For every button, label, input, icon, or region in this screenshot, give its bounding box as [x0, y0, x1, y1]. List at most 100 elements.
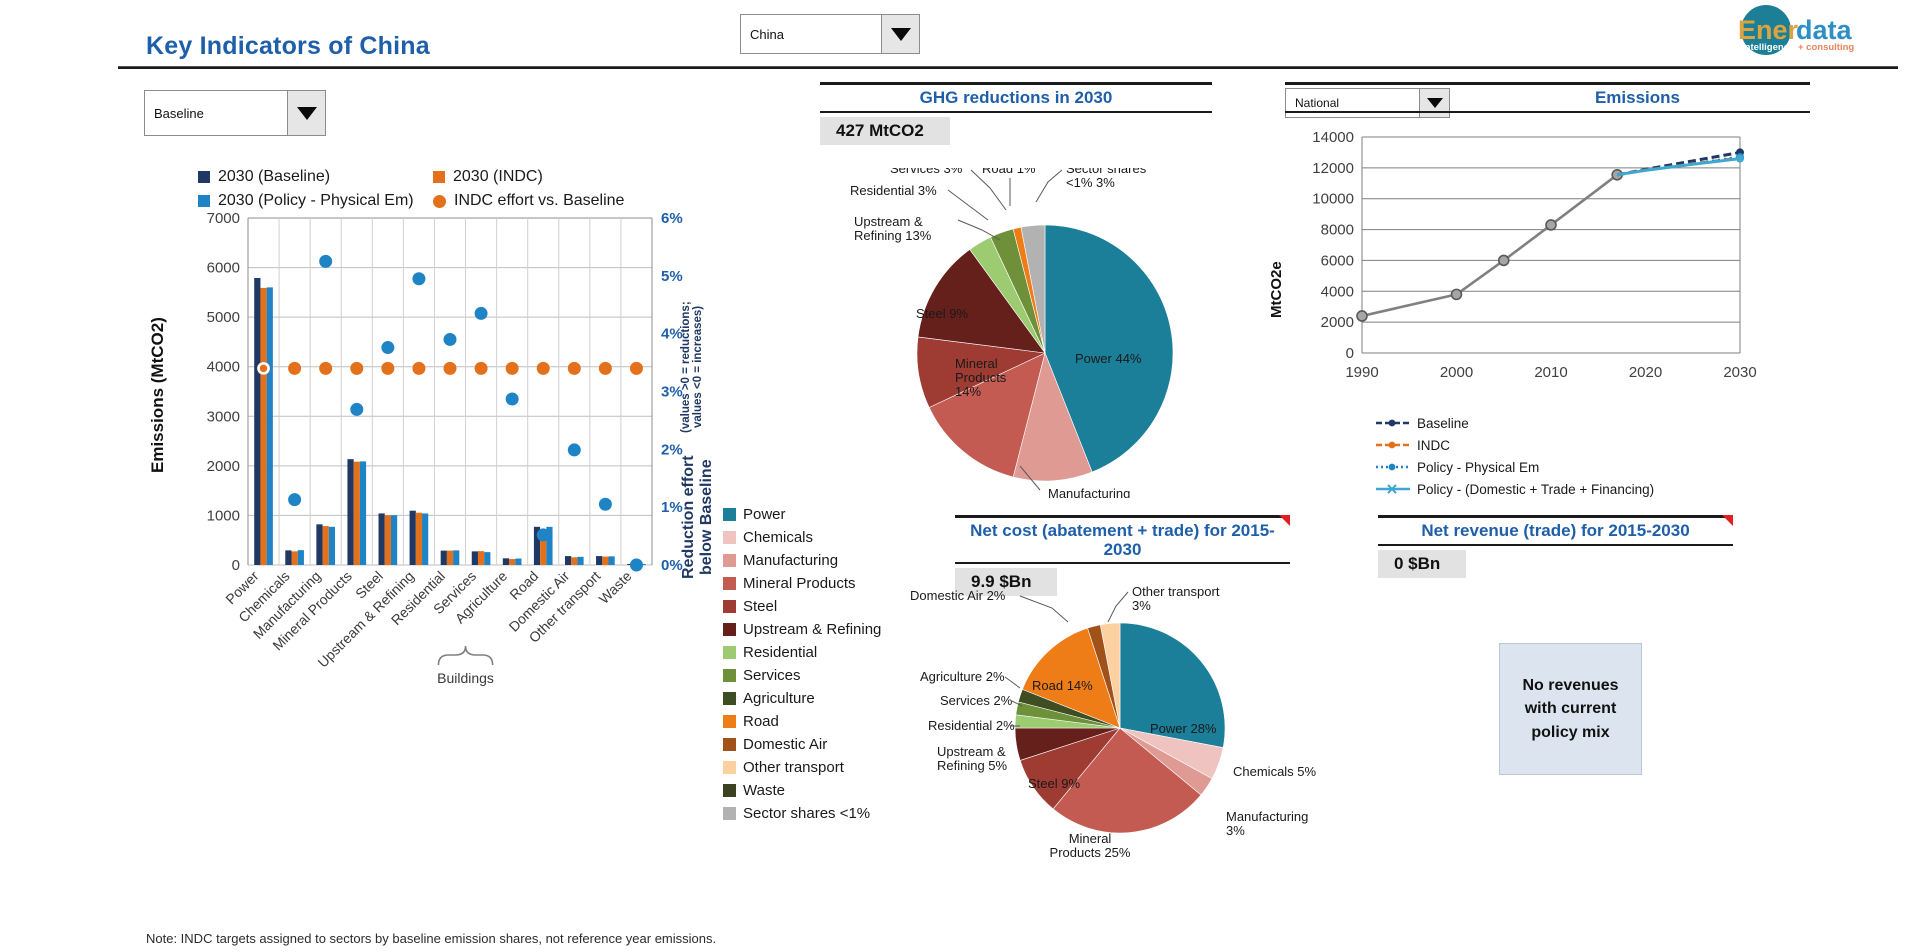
line-legend-sample-icon: [1376, 419, 1410, 427]
net-revenue-kpi-value: 0 $Bn: [1378, 549, 1467, 578]
legend-label: Services: [743, 667, 801, 684]
bar: [378, 513, 385, 565]
legend-item: Steel: [723, 595, 881, 618]
sector-emissions-bar-chart: 0 1000 2000 3000 4000 5000 6000 7000 0% 1% 2% 3% 4% 5…: [207, 210, 683, 686]
line-legend-sample-icon: [1376, 463, 1410, 471]
comment-marker-icon: [1279, 515, 1290, 526]
pie-slice-label: Sector shares <1% 3%: [1066, 168, 1147, 190]
scatter-marker-policy: [319, 254, 333, 268]
bar-y-tick: 5000: [207, 309, 240, 326]
legend-swatch-icon: [723, 531, 736, 544]
scatter-marker-indc: [536, 361, 550, 375]
legend-item-indc: 2030 (INDC): [433, 165, 668, 189]
bar: [422, 513, 429, 565]
callout-line-1: No revenues: [1522, 677, 1619, 695]
legend-item: Services: [723, 664, 881, 687]
legend-swatch-icon: [723, 715, 736, 728]
legend-label: Power: [743, 506, 786, 523]
line-y-tick: 14000: [1312, 129, 1354, 146]
scatter-marker-policy: [443, 332, 457, 346]
bar-y2-tick: 3%: [661, 384, 683, 401]
scatter-marker-policy: [629, 558, 643, 572]
bar-y2-tick: 1%: [661, 499, 683, 516]
legend-swatch-icon: [198, 171, 210, 183]
line-legend-sample-icon: [1376, 484, 1410, 494]
legend-label: Domestic Air: [743, 736, 828, 753]
bar-category-label: Waste: [596, 568, 635, 607]
legend-marker-icon: [433, 194, 446, 208]
buildings-bracket-label: Buildings: [437, 670, 494, 686]
callout-line-2: with current: [1524, 700, 1617, 718]
pie-slice-label: Mineral Products 25%: [1050, 831, 1131, 858]
line-legend-label: Policy - (Domestic + Trade + Financing): [1417, 481, 1655, 497]
net-revenue-panel-title: Net revenue (trade) for 2015-2030: [1421, 521, 1690, 540]
legend-label: INDC effort vs. Baseline: [454, 192, 625, 209]
scatter-marker-policy: [474, 306, 488, 320]
bar: [509, 559, 516, 565]
bar: [254, 277, 261, 565]
line-legend-item: Baseline: [1375, 412, 1654, 434]
legend-item: Upstream & Refining: [723, 618, 881, 641]
pie-slice-label: Services 2%: [940, 693, 1013, 708]
sector-color-legend: Power Chemicals Manufacturing Mineral Produ…: [723, 503, 881, 825]
legend-label: Steel: [743, 598, 778, 615]
bar-chart-y-axis-title: Emissions (MtCO2): [148, 317, 167, 473]
logo-word-ener: Ener: [1738, 15, 1799, 45]
pie-label-leader: [970, 169, 1007, 211]
ghg-reductions-pie-chart: Power 44%Manufacturing10%MineralProducts…: [850, 168, 1174, 498]
line-marker: [1356, 310, 1368, 322]
line-x-tick: 2010: [1534, 364, 1567, 381]
line-legend-label: Baseline: [1417, 415, 1469, 431]
country-dropdown-value: China: [750, 26, 784, 42]
legend-item-baseline: 2030 (Baseline): [198, 165, 433, 189]
bar: [415, 512, 423, 565]
bar: [477, 551, 485, 565]
country-dropdown[interactable]: China: [740, 14, 920, 54]
net-revenue-panel-header: Net revenue (trade) for 2015-2030 0 $Bn: [1378, 515, 1733, 578]
scatter-marker-policy: [288, 493, 302, 507]
line-x-tick: 2020: [1629, 364, 1662, 381]
bar-y-tick: 4000: [207, 359, 240, 376]
legend-swatch-icon: [433, 171, 445, 183]
scatter-marker-policy: [350, 402, 364, 416]
bar: [515, 558, 522, 565]
logo-tagline-2: + consulting: [1798, 42, 1854, 53]
scatter-marker-indc: [629, 361, 643, 375]
scatter-marker-indc: [505, 361, 519, 375]
legend-swatch-icon: [723, 600, 736, 613]
bar: [347, 459, 354, 565]
footnote: Note: INDC targets assigned to sectors b…: [146, 931, 717, 946]
scenario-dropdown[interactable]: Baseline: [144, 90, 326, 136]
chevron-down-icon[interactable]: [881, 15, 919, 53]
pie-slice-label: Steel 9%: [1028, 776, 1080, 791]
logo-word-data: data: [1796, 15, 1853, 45]
callout-line-3: policy mix: [1531, 723, 1610, 741]
line-x-tick: 2000: [1440, 364, 1473, 381]
bar: [390, 515, 398, 565]
legend-label: 2030 (Policy - Physical Em): [218, 192, 414, 209]
chevron-down-icon[interactable]: [287, 91, 325, 135]
national-emissions-line-chart: 0 2000 4000 6000 8000 10000 12000 14000 1990 2000…: [1312, 129, 1756, 381]
bar: [596, 556, 603, 565]
line-y-tick: 6000: [1321, 252, 1354, 269]
pie-slice-label: Manufacturing10%: [1048, 486, 1130, 498]
pie-label-leader: [1019, 595, 1069, 623]
bar-y2-tick: 5%: [661, 268, 683, 285]
ghg-kpi-value: 427 MtCO2: [820, 116, 950, 145]
pie-slice-label: Domestic Air 2%: [910, 588, 1006, 603]
bar: [446, 550, 454, 565]
bar: [577, 556, 584, 565]
legend-label: Upstream & Refining: [743, 621, 882, 638]
scatter-marker-policy: [505, 392, 519, 406]
legend-swatch-icon: [723, 807, 736, 820]
bar: [285, 550, 292, 565]
bar: [260, 287, 267, 565]
line-marker: [1545, 219, 1557, 231]
pie-label-leader: [1004, 676, 1021, 689]
bar: [291, 551, 298, 565]
pie-slice-label: Power 28%: [1150, 721, 1217, 736]
ghg-panel-header: GHG reductions in 2030 427 MtCO2: [820, 82, 1212, 145]
bar: [266, 287, 273, 565]
bar-chart-legend: 2030 (Baseline) 2030 (INDC) 2030 (Policy…: [198, 165, 668, 213]
legend-swatch-icon: [198, 195, 210, 207]
